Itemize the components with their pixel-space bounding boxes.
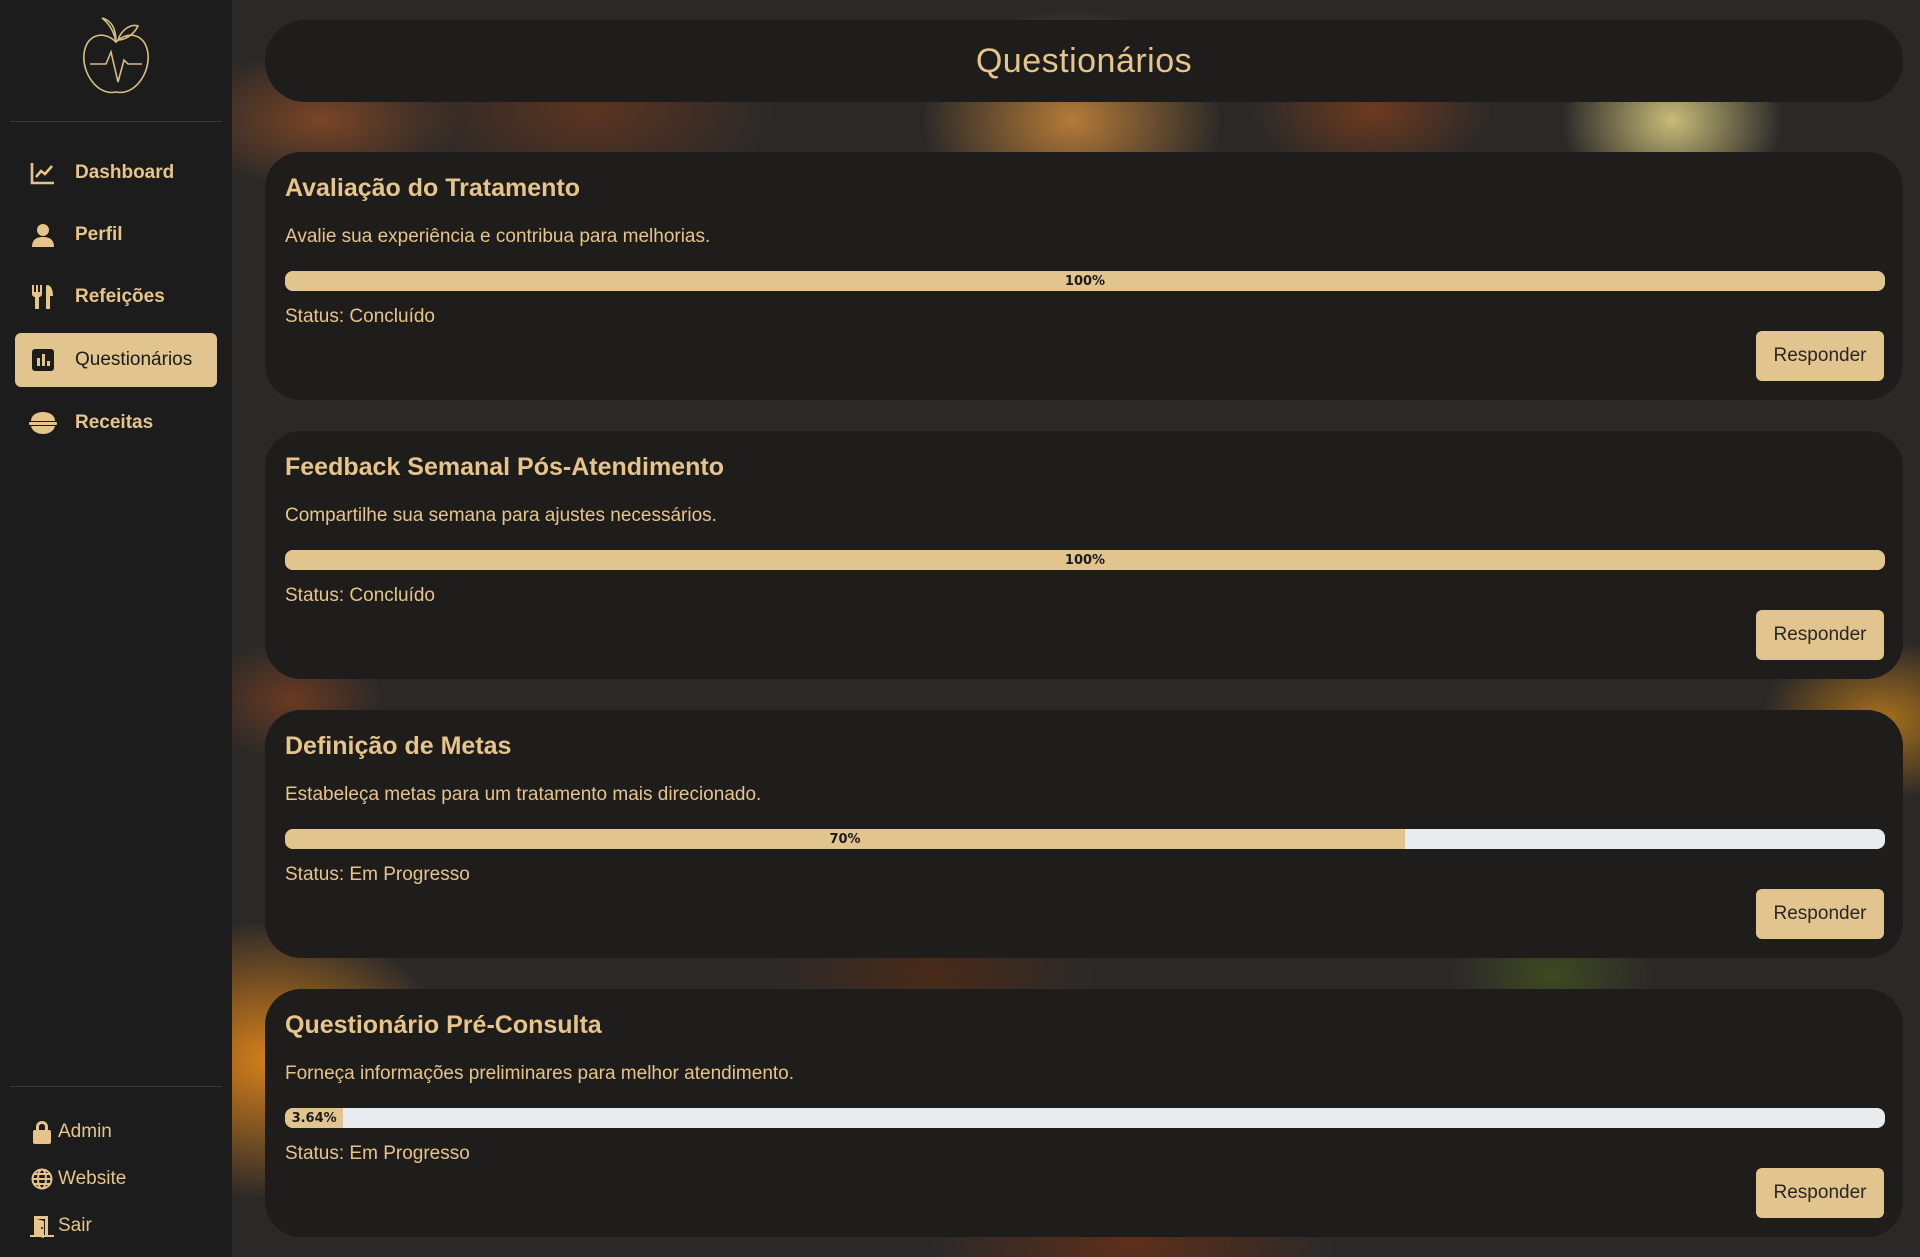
progress-bar: 100% <box>285 271 1885 291</box>
card-description: Estabeleça metas para um tratamento mais… <box>285 784 762 805</box>
footer-item-admin[interactable]: Admin <box>30 1117 112 1147</box>
nav-label: Refeições <box>75 286 165 307</box>
nav-item-receitas[interactable]: Receitas <box>15 396 217 450</box>
footer-item-website[interactable]: Website <box>30 1164 126 1194</box>
questionnaire-card: Avaliação do Tratamento Avalie sua exper… <box>265 152 1903 400</box>
questionnaire-card: Definição de Metas Estabeleça metas para… <box>265 710 1903 958</box>
apple-logo-icon[interactable] <box>76 12 156 102</box>
card-title: Avaliação do Tratamento <box>285 174 580 202</box>
card-title: Definição de Metas <box>285 732 512 760</box>
progress-bar: 3.64% <box>285 1108 1885 1128</box>
card-status: Status: Concluído <box>285 306 435 327</box>
progress-fill: 3.64% <box>285 1108 344 1128</box>
responder-button[interactable]: Responder <box>1756 331 1884 381</box>
progress-fill: 100% <box>285 550 1885 570</box>
progress-fill: 100% <box>285 271 1885 291</box>
sidebar: Dashboard Perfil Refeições Questionários… <box>0 0 232 1257</box>
card-description: Forneça informações preliminares para me… <box>285 1063 795 1084</box>
footer-item-sair[interactable]: Sair <box>30 1211 92 1241</box>
nav-item-dashboard[interactable]: Dashboard <box>15 146 217 200</box>
page-title: Questionários <box>975 41 1193 80</box>
card-status: Status: Em Progresso <box>285 864 470 885</box>
footer-label: Admin <box>58 1121 112 1142</box>
nav-item-questionarios[interactable]: Questionários <box>15 333 217 387</box>
progress-fill: 70% <box>285 829 1405 849</box>
door-exit-icon <box>30 1214 54 1238</box>
card-status: Status: Em Progresso <box>285 1143 470 1164</box>
questionnaire-card: Feedback Semanal Pós-Atendimento Compart… <box>265 431 1903 679</box>
sidebar-divider-top <box>10 121 222 122</box>
nav-label: Receitas <box>75 412 154 433</box>
bar-chart-icon <box>29 346 57 374</box>
card-description: Compartilhe sua semana para ajustes nece… <box>285 505 717 526</box>
responder-button[interactable]: Responder <box>1756 889 1884 939</box>
nav-label: Perfil <box>75 224 123 245</box>
utensils-icon <box>29 283 57 311</box>
card-title: Feedback Semanal Pós-Atendimento <box>285 453 725 481</box>
globe-icon <box>30 1167 54 1191</box>
questionnaire-card: Questionário Pré-Consulta Forneça inform… <box>265 989 1903 1237</box>
progress-bar: 100% <box>285 550 1885 570</box>
nav-label: Dashboard <box>75 162 175 183</box>
sidebar-divider-bottom <box>10 1086 222 1087</box>
card-status: Status: Concluído <box>285 585 435 606</box>
chart-line-icon <box>29 159 57 187</box>
lock-icon <box>30 1120 54 1144</box>
card-title: Questionário Pré-Consulta <box>285 1011 602 1039</box>
nav-item-perfil[interactable]: Perfil <box>15 208 217 262</box>
footer-label: Sair <box>58 1215 92 1236</box>
responder-button[interactable]: Responder <box>1756 610 1884 660</box>
progress-bar: 70% <box>285 829 1885 849</box>
bowl-icon <box>29 409 57 437</box>
page-header: Questionários <box>265 20 1903 102</box>
card-description: Avalie sua experiência e contribua para … <box>285 226 711 247</box>
footer-label: Website <box>58 1168 127 1189</box>
responder-button[interactable]: Responder <box>1756 1168 1884 1218</box>
nav-label: Questionários <box>75 349 193 370</box>
user-icon <box>29 221 57 249</box>
nav-item-refeicoes[interactable]: Refeições <box>15 270 217 324</box>
